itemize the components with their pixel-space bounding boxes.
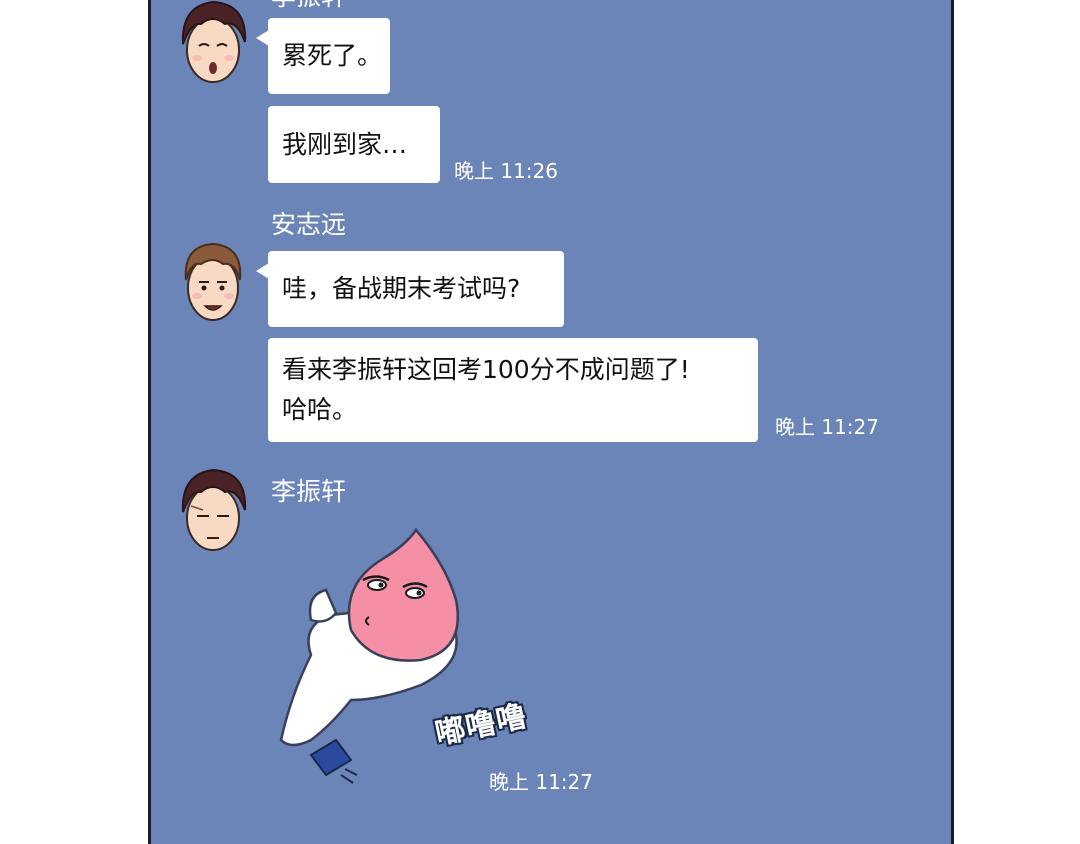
sender-name-partial: 李振轩: [271, 0, 346, 12]
message-text-line: 哈哈。: [282, 395, 358, 424]
message-text-line: 看来李振轩这回考100分不成问题了!: [282, 355, 690, 384]
sender-name: 李振轩: [271, 477, 347, 506]
avatar-li-zhenxuan-icon[interactable]: [173, 466, 253, 556]
message-time: 晚上 11:27: [489, 770, 593, 794]
avatar-an-zhiyuan-icon[interactable]: [173, 236, 253, 326]
message-time: 晚上 11:26: [454, 159, 558, 183]
avatar-li-zhenxuan-icon[interactable]: [173, 0, 253, 88]
message-bubble[interactable]: 累死了。: [256, 18, 390, 94]
message-bubble[interactable]: 哇，备战期末考试吗?: [256, 251, 564, 327]
sender-name: 安志远: [271, 210, 347, 239]
peach-sticker-icon[interactable]: [271, 525, 511, 799]
message-bubble[interactable]: 看来李振轩这回考100分不成问题了! 哈哈。: [268, 338, 758, 442]
message-bubble[interactable]: 我刚到家…: [268, 106, 440, 183]
message-time: 晚上 11:27: [775, 415, 879, 439]
chat-panel: 李振轩 累死了。 我刚到家… 晚上 11:26 安志远 哇，备战期: [148, 0, 954, 844]
